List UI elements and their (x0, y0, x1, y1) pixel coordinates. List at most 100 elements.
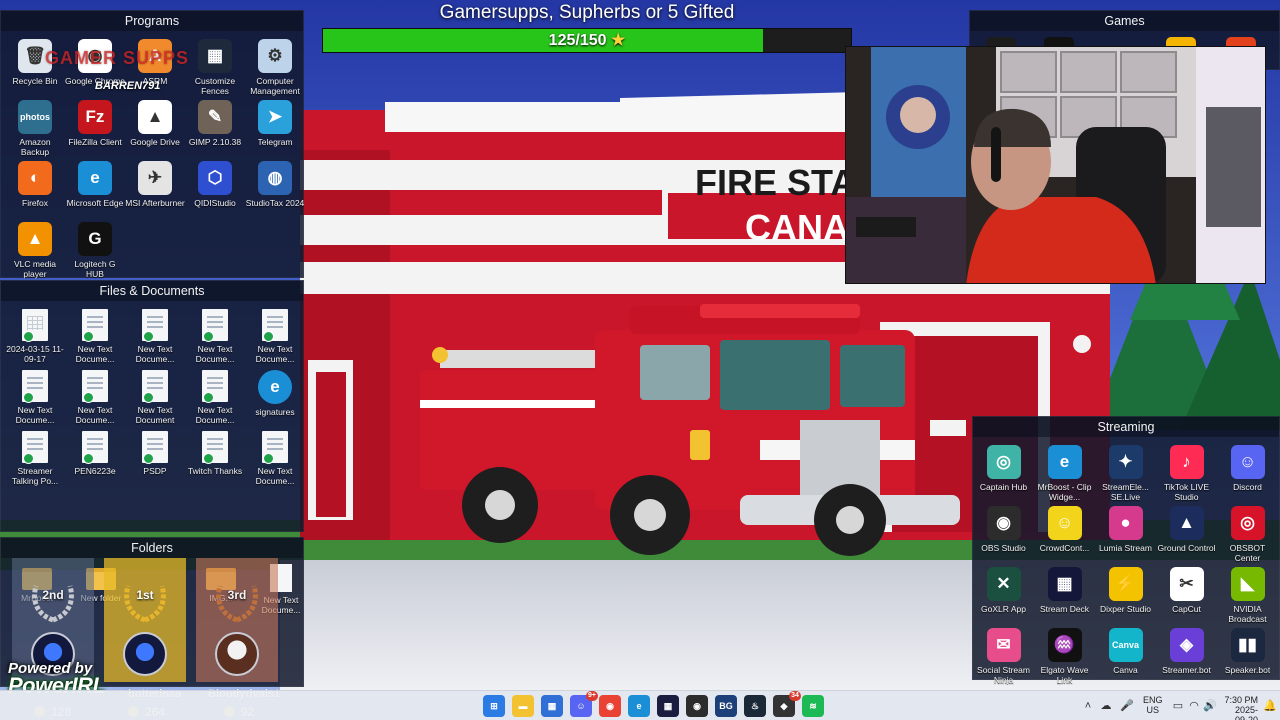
spotify-icon[interactable]: ≋ (802, 695, 824, 717)
shortcut-label: QIDIStudio (194, 198, 236, 208)
leaderboard-rank: 1st (136, 588, 154, 602)
file-new-text-docume-5[interactable]: New Text Docume... (5, 366, 65, 427)
language-indicator[interactable]: ENG US (1143, 695, 1163, 715)
desktop-shortcut-speaker-bot[interactable]: ▮▮ Speaker.bot (1217, 624, 1278, 685)
steam-icon[interactable]: ♨ (744, 695, 766, 717)
desktop-shortcut-capcut[interactable]: ✂ CapCut (1156, 563, 1217, 624)
ground-control-icon: ▲ (1169, 506, 1204, 540)
volume-icon[interactable]: 🔊 (1203, 700, 1217, 712)
file-new-text-docume-3[interactable]: New Text Docume... (185, 305, 245, 366)
desktop-shortcut-obsbot-center[interactable]: ◎ OBSBOT Center (1217, 502, 1278, 563)
desktop-shortcut-filezilla-client[interactable]: Fz FileZilla Client (65, 96, 125, 157)
desktop-shortcut-mrboost-clip-widge[interactable]: e MrBoost - Clip Widge... (1034, 441, 1095, 502)
text-file-icon (22, 431, 48, 464)
shortcut-label: Lumia Stream (1099, 543, 1152, 553)
discord-taskbar-icon[interactable]: ☺ 9+ (570, 691, 598, 717)
file-label: signatures (255, 407, 295, 417)
file-new-text-docume-1[interactable]: New Text Docume... (65, 305, 125, 366)
file-twitch-thanks-13[interactable]: Twitch Thanks (185, 427, 245, 488)
chrome-taskbar-icon[interactable]: ◉ (599, 695, 621, 717)
start-icon[interactable]: ⊞ (483, 695, 505, 717)
filezilla-icon: Fz (78, 100, 112, 134)
desktop-shortcut-stream-deck[interactable]: ▦ Stream Deck (1034, 563, 1095, 624)
logitech-ghub-icon: G (78, 222, 112, 256)
chevron-up-icon[interactable]: ˄ (1082, 700, 1094, 712)
shortcut-label: Elgato Wave Link (1040, 665, 1089, 685)
clock[interactable]: 7:30 PM 2025-09-20 (1222, 695, 1258, 720)
file-2024-03-15-11-09-17-0[interactable]: 2024-03-15 11-09-17 (5, 305, 65, 366)
capcut-icon: ✂ (1169, 567, 1204, 601)
files-fence-title: Files & Documents (1, 281, 303, 301)
obs-taskbar-icon[interactable]: ◉ (686, 695, 708, 717)
file-label: Twitch Thanks (187, 466, 243, 476)
desktop-shortcut-microsoft-edge[interactable]: e Microsoft Edge (65, 157, 125, 218)
file-new-text-docume-8[interactable]: New Text Docume... (185, 366, 245, 427)
file-new-text-docume-6[interactable]: New Text Docume... (65, 366, 125, 427)
desktop-shortcut-msi-afterburner[interactable]: ✈ MSI Afterburner (125, 157, 185, 218)
microphone-icon[interactable]: 🎤 (1120, 700, 1134, 712)
desktop-shortcut-qidistudio[interactable]: ⬡ QIDIStudio (185, 157, 245, 218)
app-taskbar-icon[interactable]: ◆ 34 (773, 691, 801, 717)
file-signatures-9[interactable]: e signatures (245, 366, 305, 427)
stream-deck-taskbar-icon[interactable]: ▦ (657, 695, 679, 717)
ms-store-icon[interactable]: ▦ (541, 695, 563, 717)
cloud-icon[interactable]: ☁ (1100, 700, 1112, 712)
desktop-shortcut-captain-hub[interactable]: ◎ Captain Hub (973, 441, 1034, 502)
text-file-icon (202, 309, 228, 342)
display-icon[interactable]: ▭ (1172, 700, 1184, 712)
telegram-icon: ➤ (258, 100, 292, 134)
file-new-text-docume-4[interactable]: New Text Docume... (245, 305, 305, 366)
bg-app-icon[interactable]: BG (715, 695, 737, 717)
desktop-shortcut-social-stream-ninja[interactable]: ✉ Social Stream Ninja (973, 624, 1034, 685)
desktop-shortcut-nvidia-broadcast[interactable]: ◣ NVIDIA Broadcast (1217, 563, 1278, 624)
firefox-icon: ◐ (18, 161, 52, 195)
desktop-shortcut-goxlr-app[interactable]: ✕ GoXLR App (973, 563, 1034, 624)
station-sign-line2: CANA (745, 207, 849, 248)
desktop-shortcut-studiotax-2024[interactable]: ◍ StudioTax 2024 (245, 157, 305, 218)
file-explorer-icon[interactable]: ▬ (512, 695, 534, 717)
files-icon-grid: 2024-03-15 11-09-17 New Text Docume... New… (1, 301, 303, 488)
desktop-shortcut-elgato-wave-link[interactable]: ♒ Elgato Wave Link (1034, 624, 1095, 685)
desktop-shortcut-ground-control[interactable]: ▲ Ground Control (1156, 502, 1217, 563)
file-label: New Text Docume... (195, 344, 235, 364)
file-new-text-document-7[interactable]: New Text Document (125, 366, 185, 427)
computer-management-icon: ⚙ (258, 39, 292, 73)
desktop-shortcut-streamele-se-live[interactable]: ✦ StreamEle... SE.Live (1095, 441, 1156, 502)
desktop-shortcut-obs-studio[interactable]: ◉ OBS Studio (973, 502, 1034, 563)
canva-icon: Canva (1108, 628, 1143, 662)
desktop-shortcut-gimp-2-10-38[interactable]: ✎ GIMP 2.10.38 (185, 96, 245, 157)
desktop-shortcut-telegram[interactable]: ➤ Telegram (245, 96, 305, 157)
desktop-shortcut-computer-management[interactable]: ⚙ Computer Management (245, 35, 305, 96)
streamelements-icon: ✦ (1108, 445, 1143, 479)
desktop-shortcut-google-drive[interactable]: ▲ Google Drive (125, 96, 185, 157)
file-psdp-12[interactable]: PSDP (125, 427, 185, 488)
text-file-icon (262, 309, 288, 342)
wifi-icon[interactable]: ◠ (1188, 700, 1200, 712)
file-new-text-docume-2[interactable]: New Text Docume... (125, 305, 185, 366)
desktop-shortcut-crowdcont[interactable]: ☺ CrowdCont... (1034, 502, 1095, 563)
desktop-shortcut-tiktok-live-studio[interactable]: ♪ TikTok LIVE Studio (1156, 441, 1217, 502)
file-new-text-docume-14[interactable]: New Text Docume... (245, 427, 305, 488)
file-pen6223e-11[interactable]: PEN6223e (65, 427, 125, 488)
desktop-shortcut-firefox[interactable]: ◐ Firefox (5, 157, 65, 218)
desktop-shortcut-streamer-bot[interactable]: ◈ Streamer.bot (1156, 624, 1217, 685)
desktop-shortcut-amazon-backup[interactable]: photos Amazon Backup (5, 96, 65, 157)
edge-taskbar-icon[interactable]: e (628, 695, 650, 717)
desktop-shortcut-canva[interactable]: Canva Canva (1095, 624, 1156, 685)
desktop-shortcut-lumia-stream[interactable]: ● Lumia Stream (1095, 502, 1156, 563)
text-file-icon (82, 370, 108, 403)
desktop-shortcut-logitech-g-hub[interactable]: G Logitech G HUB (65, 218, 125, 279)
desktop-shortcut-vlc-media-player[interactable]: ▲ VLC media player (5, 218, 65, 279)
file-label: New Text Docume... (75, 405, 115, 425)
shortcut-label: NVIDIA Broadcast (1228, 604, 1267, 624)
goal-progress-text: 125/150 (548, 32, 607, 49)
text-file-icon (142, 431, 168, 464)
desktop-shortcut-dixper-studio[interactable]: ⚡ Dixper Studio (1095, 563, 1156, 624)
shortcut-label: Telegram (257, 137, 293, 147)
edge-icon: e (78, 161, 112, 195)
desktop-shortcut-discord[interactable]: ☺ Discord (1217, 441, 1278, 502)
shortcut-label: Social Stream Ninja (977, 665, 1030, 685)
spreadsheet-file-icon (22, 309, 48, 342)
notification-bell-icon[interactable]: 🔔 (1263, 700, 1277, 712)
file-streamer-talking-po-10[interactable]: Streamer Talking Po... (5, 427, 65, 488)
